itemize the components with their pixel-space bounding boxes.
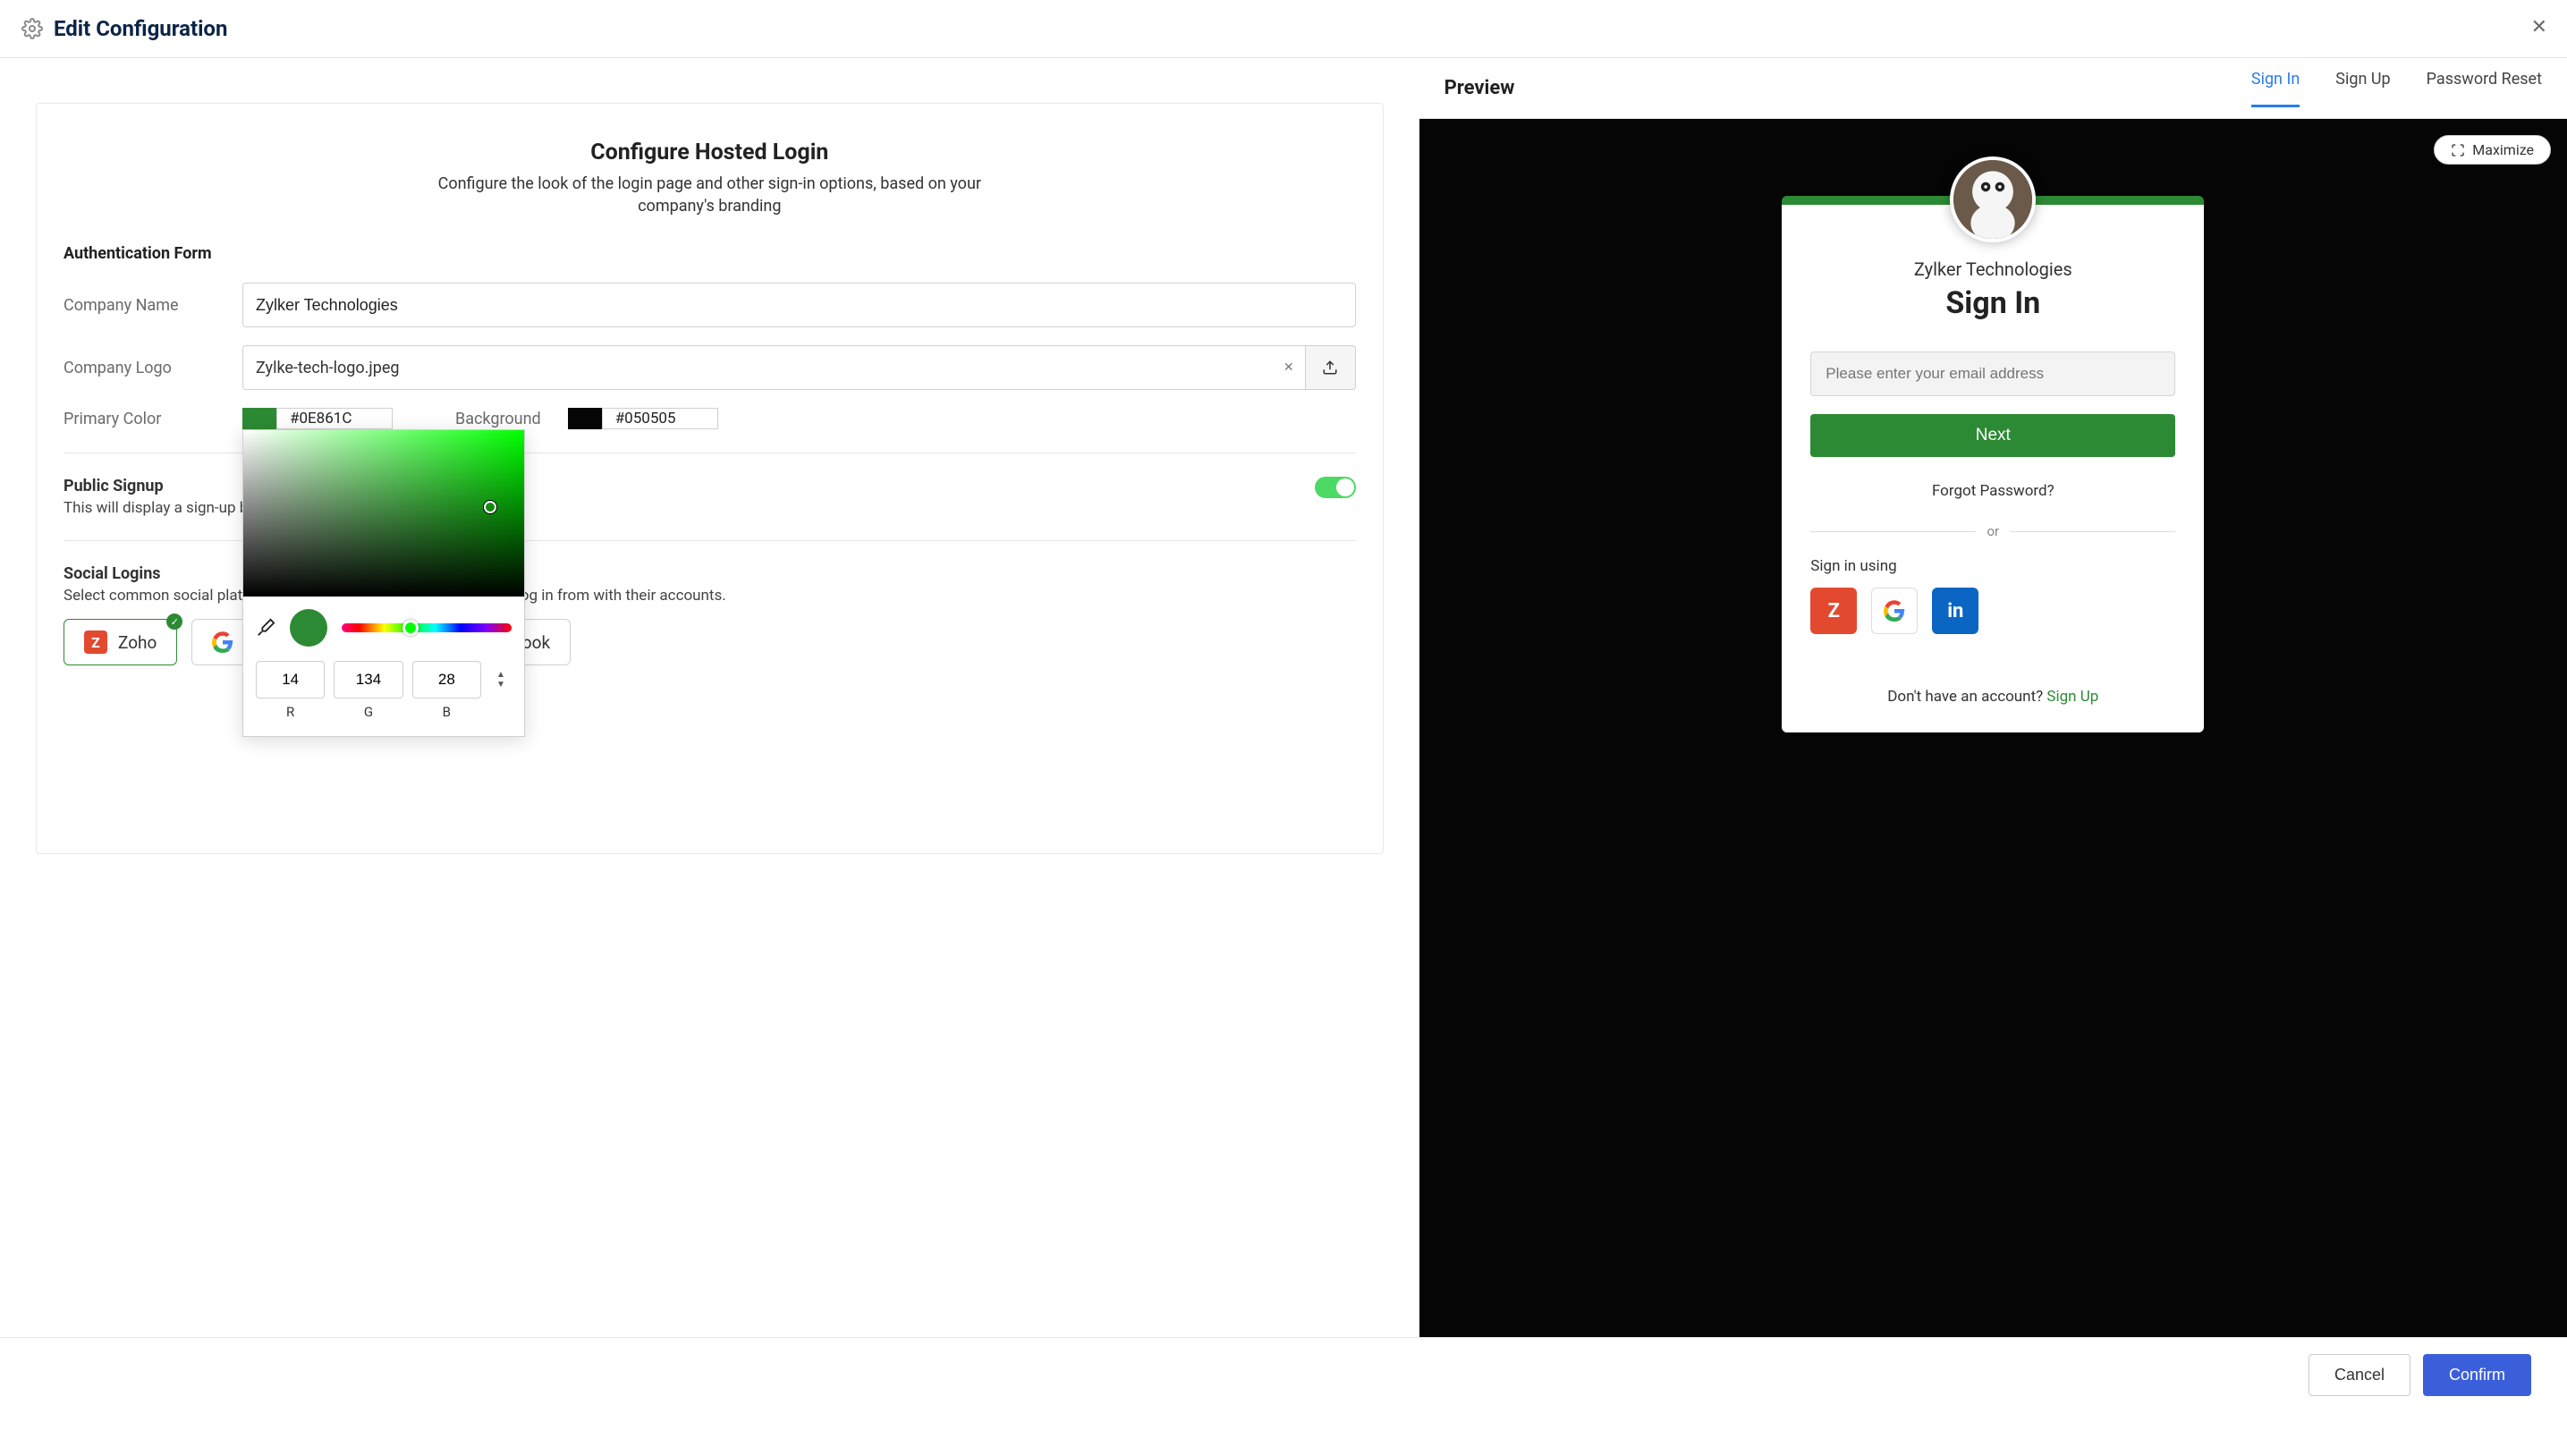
auth-form-label: Authentication Form <box>64 244 1356 263</box>
tab-password-reset[interactable]: Password Reset <box>2427 70 2542 107</box>
company-name-label: Company Name <box>64 296 242 315</box>
tab-signup[interactable]: Sign Up <box>2335 70 2390 107</box>
rgb-g-label: G <box>364 704 373 720</box>
config-subtitle: Configure the look of the login page and… <box>423 173 995 217</box>
check-icon: ✓ <box>166 614 182 630</box>
sv-cursor[interactable] <box>484 501 496 513</box>
avatar <box>1950 157 2036 242</box>
cancel-button[interactable]: Cancel <box>2309 1354 2410 1396</box>
google-icon <box>212 631 233 653</box>
sv-picker[interactable] <box>243 430 524 597</box>
rgb-r-label: R <box>286 704 294 720</box>
background-color-label: Background <box>455 410 541 428</box>
confirm-button[interactable]: Confirm <box>2423 1354 2531 1396</box>
hue-slider[interactable] <box>342 623 512 632</box>
gear-icon <box>21 18 43 39</box>
preview-signup-link[interactable]: Sign Up <box>2046 688 2098 706</box>
rgb-r-input[interactable] <box>256 661 325 698</box>
rgb-b-input[interactable] <box>412 661 481 698</box>
hue-thumb[interactable] <box>402 620 419 636</box>
preview-signin-title: Sign In <box>1810 285 2175 321</box>
clear-file-icon[interactable]: ✕ <box>1284 360 1294 375</box>
tab-signin[interactable]: Sign In <box>2251 70 2300 107</box>
rgb-g-input[interactable] <box>334 661 402 698</box>
upload-button[interactable] <box>1306 345 1356 390</box>
config-title: Configure Hosted Login <box>64 140 1356 165</box>
upload-icon <box>1322 360 1338 376</box>
rgb-b-label: B <box>443 704 451 720</box>
preview-provider-zoho[interactable]: Z <box>1810 588 1857 634</box>
no-account-text: Don't have an account? Sign Up <box>1810 688 2175 706</box>
maximize-button[interactable]: Maximize <box>2434 135 2551 165</box>
selected-color-swatch <box>290 609 327 647</box>
background-color-swatch[interactable] <box>568 408 602 429</box>
company-logo-filename: Zylke-tech-logo.jpeg ✕ <box>242 345 1306 390</box>
company-logo-label: Company Logo <box>64 359 242 377</box>
preview-area: Maximize Zylker Technologies Sign In Nex… <box>1419 119 2567 1337</box>
preview-company-name: Zylker Technologies <box>1810 258 2175 280</box>
sign-in-using-label: Sign in using <box>1810 557 2175 575</box>
preview-provider-google[interactable] <box>1871 588 1918 634</box>
divider <box>1810 531 1976 532</box>
preview-label: Preview <box>1444 77 1515 99</box>
or-label: or <box>1987 523 1999 539</box>
close-button[interactable]: ✕ <box>2531 16 2547 38</box>
modal-footer: Cancel Confirm <box>0 1337 2567 1412</box>
preview-email-input[interactable] <box>1810 351 2175 396</box>
primary-color-label: Primary Color <box>64 410 242 428</box>
zoho-icon: Z <box>84 631 107 654</box>
public-signup-toggle[interactable] <box>1315 477 1356 498</box>
modal-header: Edit Configuration ✕ <box>0 0 2567 58</box>
google-icon <box>1884 600 1905 622</box>
auth-card: Zylker Technologies Sign In Next Forgot … <box>1782 196 2204 732</box>
primary-color-swatch[interactable] <box>242 408 276 429</box>
preview-header: Preview Sign In Sign Up Password Reset <box>1419 58 2567 119</box>
modal-title: Edit Configuration <box>54 16 227 41</box>
primary-color-hex[interactable]: #0E861C <box>276 408 393 429</box>
social-label: Zoho <box>118 632 157 653</box>
social-option-zoho[interactable]: ✓ Z Zoho <box>64 619 177 665</box>
color-mode-toggle[interactable]: ▲▼ <box>490 661 512 698</box>
preview-forgot-link[interactable]: Forgot Password? <box>1810 482 2175 500</box>
color-picker-popup: R G B ▲▼ <box>242 429 525 737</box>
preview-provider-linkedin[interactable]: in <box>1932 588 1978 634</box>
eyedropper-icon[interactable] <box>256 618 275 638</box>
divider <box>2010 531 2175 532</box>
preview-next-button[interactable]: Next <box>1810 414 2175 457</box>
company-name-input[interactable] <box>242 283 1356 327</box>
maximize-icon <box>2451 143 2465 157</box>
background-color-hex[interactable]: #050505 <box>602 408 718 429</box>
